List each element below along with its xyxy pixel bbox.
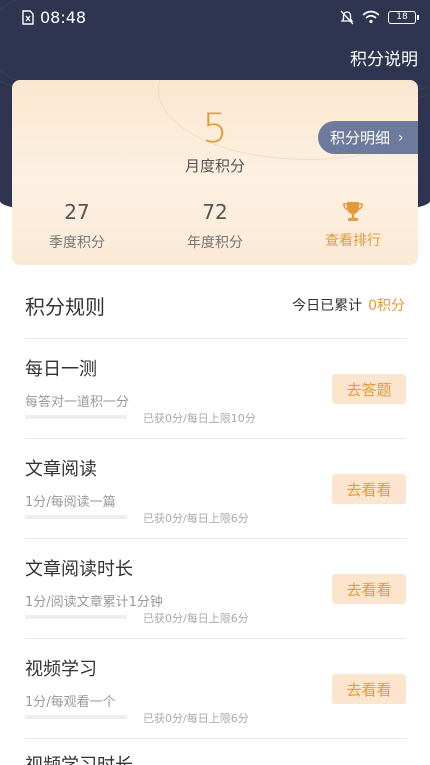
today-points-value: 0积分 xyxy=(368,298,405,314)
view-ranking-button[interactable]: 查看排行 xyxy=(288,200,418,250)
quarterly-points-value: 27 xyxy=(64,200,90,224)
sim-icon xyxy=(22,9,34,25)
rule-item-video-learning: 视频学习 1分/每观看一个 已获0分/每日上限6分 去看看 xyxy=(25,639,406,739)
yearly-points: 72 年度积分 xyxy=(150,200,280,252)
rule-item-reading-duration: 文章阅读时长 1分/阅读文章累计1分钟 已获0分/每日上限6分 去看看 xyxy=(25,539,406,639)
rule-progress-text: 已获0分/每日上限6分 xyxy=(143,512,249,525)
rule-description: 1分/每阅读一篇 xyxy=(25,495,116,510)
rule-name: 文章阅读 xyxy=(25,459,97,480)
rule-progress-bar xyxy=(25,715,127,719)
monthly-points-label: 月度积分 xyxy=(184,157,245,175)
rule-progress-text: 已获0分/每日上限6分 xyxy=(143,712,249,725)
rules-title: 积分规则 xyxy=(25,294,105,319)
points-detail-button[interactable]: 积分明细 › xyxy=(318,121,418,154)
quarterly-points-label: 季度积分 xyxy=(49,235,105,251)
yearly-points-label: 年度积分 xyxy=(187,235,243,251)
trophy-icon xyxy=(343,202,363,221)
go-read-button[interactable]: 去看看 xyxy=(332,474,406,504)
today-total: 今日已累计 0积分 xyxy=(292,295,405,315)
go-read-duration-button[interactable]: 去看看 xyxy=(332,574,406,604)
status-time: 08:48 xyxy=(40,7,87,27)
rule-progress-bar xyxy=(25,415,127,419)
rule-name: 每日一测 xyxy=(25,359,97,380)
points-explanation-link[interactable]: 积分说明 xyxy=(350,45,418,70)
quarterly-points: 27 季度积分 xyxy=(12,200,142,252)
rule-progress-bar xyxy=(25,615,127,619)
go-watch-button[interactable]: 去看看 xyxy=(332,674,406,704)
rule-item-daily-quiz: 每日一测 每答对一道积一分 已获0分/每日上限10分 去答题 xyxy=(25,339,406,439)
wifi-icon xyxy=(362,10,380,24)
rule-progress-text: 已获0分/每日上限6分 xyxy=(143,612,249,625)
rule-description: 1分/阅读文章累计1分钟 xyxy=(25,595,163,610)
rule-progress-bar xyxy=(25,515,127,519)
points-detail-label: 积分明细 xyxy=(330,129,391,147)
chevron-right-icon: › xyxy=(398,129,404,146)
mute-bell-icon xyxy=(340,10,354,24)
rules-section-header: 积分规则 今日已累计 0积分 xyxy=(25,290,405,320)
rule-name: 视频学习 xyxy=(25,659,97,680)
rule-name: 视频学习时长 xyxy=(25,751,133,765)
rule-progress-text: 已获0分/每日上限10分 xyxy=(143,412,256,425)
view-ranking-label: 查看排行 xyxy=(325,233,381,249)
battery-icon: 18 xyxy=(388,10,419,24)
rule-description: 每答对一道积一分 xyxy=(25,395,130,410)
go-answer-button[interactable]: 去答题 xyxy=(332,374,406,404)
rule-item-video-duration: 视频学习时长 xyxy=(25,739,406,765)
today-total-label: 今日已累计 xyxy=(292,298,363,314)
rule-name: 文章阅读时长 xyxy=(25,559,133,580)
points-summary-card: 5 月度积分 积分明细 › 27 季度积分 72 年度积分 查看排行 xyxy=(12,80,418,265)
status-bar: 08:48 18 xyxy=(0,0,430,34)
rule-description: 1分/每观看一个 xyxy=(25,695,116,710)
yearly-points-value: 72 xyxy=(202,200,228,224)
rule-item-article-reading: 文章阅读 1分/每阅读一篇 已获0分/每日上限6分 去看看 xyxy=(25,439,406,539)
